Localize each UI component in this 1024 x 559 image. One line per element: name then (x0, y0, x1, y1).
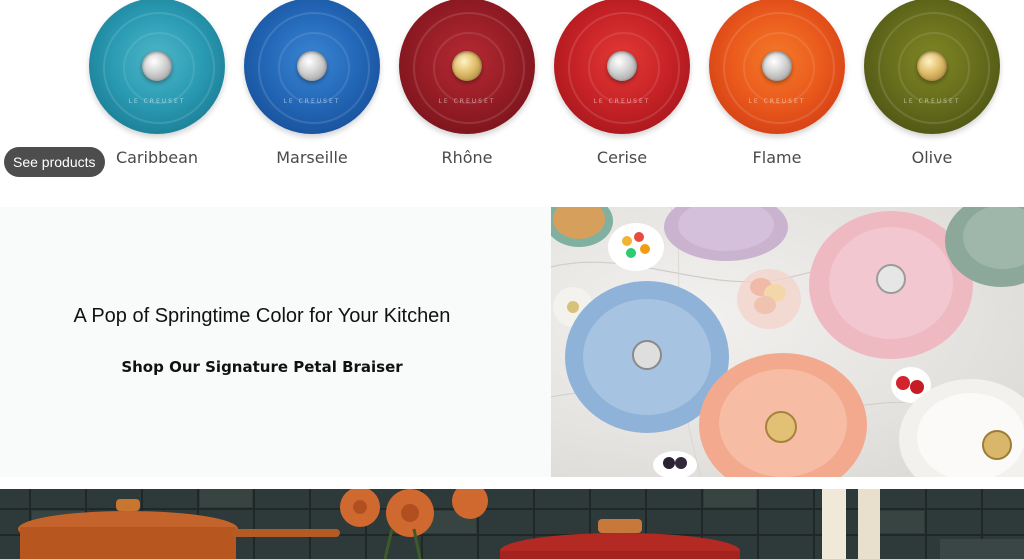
swatch-caribbean[interactable]: LE CREUSET Caribbean (82, 0, 232, 180)
knob-icon (607, 51, 637, 81)
swatch-flame[interactable]: LE CREUSET Flame (702, 0, 852, 180)
swatch-label: Rhône (441, 148, 493, 167)
lid-image: LE CREUSET (554, 0, 690, 134)
lid-brand: LE CREUSET (903, 98, 961, 105)
shop-petal-braiser-link[interactable]: Shop Our Signature Petal Braiser (0, 358, 524, 376)
swatch-label: Cerise (596, 148, 648, 167)
lid-image: LE CREUSET (244, 0, 380, 134)
knob-icon (917, 51, 947, 81)
lid-image: LE CREUSET (89, 0, 225, 134)
swatch-olive[interactable]: LE CREUSET Olive (857, 0, 1007, 180)
lid-image: LE CREUSET (399, 0, 535, 134)
lid-brand: LE CREUSET (593, 98, 651, 105)
swatch-cerise[interactable]: LE CREUSET Cerise (547, 0, 697, 180)
see-products-button[interactable]: See products (4, 147, 105, 177)
swatch-label: Caribbean (115, 148, 199, 167)
swatch-label: Flame (752, 148, 802, 167)
knob-icon (762, 51, 792, 81)
lid-brand: LE CREUSET (128, 98, 186, 105)
knob-icon (297, 51, 327, 81)
petal-braiser-image[interactable] (551, 207, 1024, 477)
swatch-rhone[interactable]: LE CREUSET Rhône (392, 0, 542, 180)
knob-icon (452, 51, 482, 81)
knob-icon (142, 51, 172, 81)
lid-brand: LE CREUSET (283, 98, 341, 105)
lid-brand: LE CREUSET (748, 98, 806, 105)
lid-image: LE CREUSET (864, 0, 1000, 134)
color-swatch-row: LE CREUSET Caribbean LE CREUSET Marseill… (0, 0, 1024, 200)
lid-brand: LE CREUSET (438, 98, 496, 105)
swatch-marseille[interactable]: LE CREUSET Marseille (237, 0, 387, 180)
lid-image: LE CREUSET (709, 0, 845, 134)
kitchen-banner-illustration (0, 489, 1024, 559)
petal-braiser-illustration (551, 207, 1024, 477)
promo-section: A Pop of Springtime Color for Your Kitch… (0, 207, 1024, 477)
promo-heading: A Pop of Springtime Color for Your Kitch… (73, 305, 451, 327)
swatch-label: Olive (911, 148, 953, 167)
promo-text-panel: A Pop of Springtime Color for Your Kitch… (0, 207, 551, 477)
kitchen-banner-image[interactable] (0, 489, 1024, 559)
swatch-label: Marseille (276, 148, 348, 167)
